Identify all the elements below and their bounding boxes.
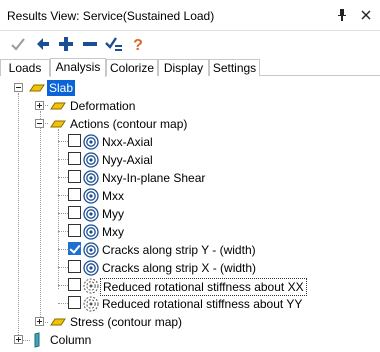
window-title: Results View: Service(Sustained Load): [7, 9, 215, 23]
tree-label-slab[interactable]: Slab: [47, 80, 76, 96]
checkbox[interactable]: [68, 296, 81, 309]
collapse-icon[interactable]: [35, 119, 44, 128]
folder-icon: [50, 102, 66, 110]
checkbox[interactable]: [68, 188, 81, 201]
tab-colorize[interactable]: Colorize: [106, 59, 158, 76]
checkbox[interactable]: [68, 260, 81, 273]
add-icon[interactable]: [56, 34, 76, 54]
expand-icon[interactable]: [14, 335, 23, 344]
tree-leaf-label[interactable]: Nxy-In-plane Shear: [102, 170, 205, 186]
tree-leaf[interactable]: Myy: [0, 205, 380, 223]
tree-leaf-label[interactable]: Cracks along strip Y - (width): [102, 242, 256, 258]
remove-icon[interactable]: [80, 34, 100, 54]
checkbox[interactable]: [68, 224, 81, 237]
tree-leaf-label[interactable]: Nxx-Axial: [102, 134, 153, 150]
folder-icon: [50, 318, 66, 326]
tree-leaf[interactable]: Reduced rotational stiffness about XX: [0, 277, 380, 296]
tree-line: [58, 177, 68, 178]
expand-icon[interactable]: [35, 101, 44, 110]
tree-leaf-label[interactable]: Nyy-Axial: [102, 152, 153, 168]
checkbox[interactable]: [68, 170, 81, 183]
check-list-icon[interactable]: [104, 34, 124, 54]
tree-line: [58, 249, 68, 250]
checkbox[interactable]: [68, 278, 81, 291]
stiffness-contour-icon: [83, 278, 99, 294]
tree-label-actions[interactable]: Actions (contour map): [70, 116, 187, 132]
svg-text:?: ?: [133, 37, 143, 52]
tree-line: [58, 303, 68, 304]
tree-label-column[interactable]: Column: [50, 332, 91, 348]
tree-leaf-label[interactable]: Mxy: [102, 224, 124, 240]
pin-icon[interactable]: [334, 5, 350, 25]
tree-line: [58, 267, 68, 268]
checkbox[interactable]: [68, 206, 81, 219]
expand-icon[interactable]: [35, 317, 44, 326]
tree-node-stress[interactable]: Stress (contour map): [0, 313, 380, 331]
folder-icon: [50, 120, 66, 128]
checkbox[interactable]: [68, 134, 81, 147]
help-icon[interactable]: ?: [128, 34, 148, 54]
tree-label-deformation[interactable]: Deformation: [70, 98, 135, 114]
tree-node-actions[interactable]: Actions (contour map): [0, 115, 380, 133]
tree-line: [58, 231, 68, 232]
contour-icon: [83, 242, 99, 258]
contour-icon: [83, 224, 99, 240]
tree-leaf-label[interactable]: Cracks along strip X - (width): [102, 260, 256, 276]
tab-strip: Loads Analysis Colorize Display Settings: [0, 58, 380, 77]
tree-leaf[interactable]: Nyy-Axial: [0, 151, 380, 169]
tree-node-slab[interactable]: Slab: [0, 79, 380, 97]
tree-node-column[interactable]: Column: [0, 331, 380, 349]
tree-label-stress[interactable]: Stress (contour map): [70, 314, 182, 330]
collapse-icon[interactable]: [14, 83, 23, 92]
tree-leaf-label[interactable]: Reduced rotational stiffness about XX: [100, 278, 307, 296]
tree-node-deformation[interactable]: Deformation: [0, 97, 380, 115]
apply-check-icon[interactable]: [8, 34, 28, 54]
results-tree: Slab Deformation Actions (contour map) N…: [0, 77, 380, 352]
tree-leaf[interactable]: Cracks along strip Y - (width): [0, 241, 380, 259]
tree-leaf-label[interactable]: Mxx: [102, 188, 124, 204]
close-icon[interactable]: [358, 5, 374, 25]
tree-leaf-label[interactable]: Reduced rotational stiffness about YY: [102, 296, 302, 312]
tree-leaf[interactable]: Mxy: [0, 223, 380, 241]
tree-line: [58, 195, 68, 196]
tree-leaf[interactable]: Reduced rotational stiffness about YY: [0, 295, 380, 313]
contour-icon: [83, 134, 99, 150]
checkbox-checked[interactable]: [68, 242, 81, 255]
tree-leaf[interactable]: Cracks along strip X - (width): [0, 259, 380, 277]
checkbox[interactable]: [68, 152, 81, 165]
tab-settings[interactable]: Settings: [209, 59, 260, 76]
tree-leaf[interactable]: Nxx-Axial: [0, 133, 380, 151]
toolbar: ?: [0, 31, 380, 58]
tab-loads[interactable]: Loads: [0, 59, 50, 76]
tree-leaf-label[interactable]: Myy: [102, 206, 124, 222]
back-arrow-icon[interactable]: [33, 34, 53, 54]
slab-icon: [29, 84, 45, 92]
tab-display[interactable]: Display: [158, 59, 209, 76]
tree-line: [58, 141, 68, 142]
tree-leaf[interactable]: Nxy-In-plane Shear: [0, 169, 380, 187]
tab-analysis[interactable]: Analysis: [50, 58, 106, 77]
contour-icon: [83, 260, 99, 276]
contour-icon: [83, 152, 99, 168]
title-bar: Results View: Service(Sustained Load): [0, 0, 380, 31]
tree-line: [58, 285, 68, 286]
contour-icon: [83, 188, 99, 204]
column-icon: [34, 332, 40, 348]
tree-leaf[interactable]: Mxx: [0, 187, 380, 205]
tree-line: [58, 213, 68, 214]
contour-icon: [83, 170, 99, 186]
tree-line: [58, 159, 68, 160]
contour-icon: [83, 206, 99, 222]
stiffness-contour-icon: [83, 296, 99, 312]
